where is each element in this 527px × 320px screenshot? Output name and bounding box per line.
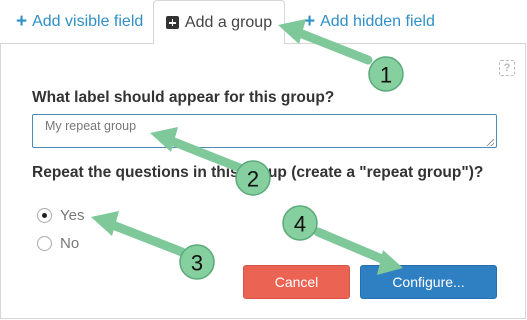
cancel-button[interactable]: Cancel: [243, 265, 350, 299]
radio-option-no[interactable]: No: [37, 235, 79, 252]
square-plus-icon: [165, 16, 179, 29]
tab-bar: + Add visible field Add a group + Add hi…: [0, 0, 527, 44]
group-panel: ? What label should appear for this grou…: [0, 43, 526, 319]
radio-yes-label: Yes: [60, 207, 85, 224]
help-icon[interactable]: ?: [499, 60, 515, 76]
resize-grip-icon[interactable]: [487, 139, 494, 146]
repeat-question: Repeat the questions in this group (crea…: [32, 164, 484, 181]
radio-no-button[interactable]: [37, 236, 52, 251]
tab-add-group-label: Add a group: [184, 13, 273, 31]
tab-add-hidden-field-label: Add hidden field: [320, 12, 435, 30]
radio-no-label: No: [60, 235, 80, 252]
group-label-input[interactable]: [32, 114, 497, 148]
configure-button[interactable]: Configure...: [360, 265, 497, 299]
tab-add-group[interactable]: Add a group: [153, 0, 285, 44]
plus-icon: +: [304, 11, 316, 32]
radio-yes-button[interactable]: [37, 208, 52, 223]
plus-icon: +: [16, 11, 28, 32]
group-label-question: What label should appear for this group?: [32, 89, 335, 106]
tab-add-hidden-field[interactable]: + Add hidden field: [304, 0, 435, 43]
radio-option-yes[interactable]: Yes: [37, 207, 84, 224]
tab-add-visible-field[interactable]: + Add visible field: [16, 0, 143, 43]
tab-add-visible-field-label: Add visible field: [32, 12, 144, 30]
